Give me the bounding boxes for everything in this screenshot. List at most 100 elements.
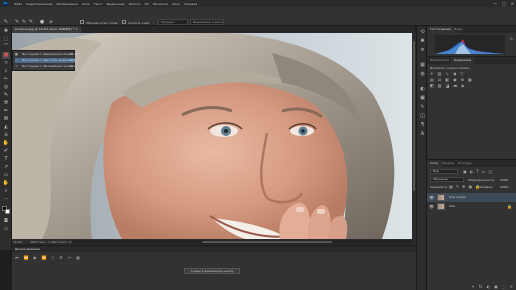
brush-size-icon[interactable]: ● <box>39 19 45 25</box>
visibility-eye-icon[interactable]: 👁 <box>429 202 434 211</box>
invert-icon[interactable]: ◩ <box>430 83 434 88</box>
menu-select[interactable]: Выделение <box>107 2 125 6</box>
menu-filter[interactable]: Фильтр <box>129 2 141 6</box>
layer-name[interactable]: Фон копия <box>449 193 466 202</box>
create-timeline-button[interactable]: Создать временную шкалу <box>184 268 240 274</box>
lock-pixels-icon[interactable]: ▦ <box>449 184 453 189</box>
lock-paint-icon[interactable]: ✎ <box>456 184 459 189</box>
tab-info[interactable]: Инфо <box>451 26 466 33</box>
character-icon[interactable]: A <box>419 131 426 138</box>
close-icon[interactable]: ✕ <box>511 1 514 6</box>
adjustments-icon[interactable]: ◐ <box>419 86 426 93</box>
tab-paths[interactable]: Контуры <box>455 160 475 167</box>
subtract-from-selection-icon[interactable]: ✎ <box>28 19 34 25</box>
marquee-tool-icon[interactable]: ⬚ <box>2 36 10 43</box>
crop-tool-icon[interactable]: ⌑ <box>2 60 10 67</box>
delete-layer-icon[interactable]: ✕ <box>510 284 513 289</box>
document-tab[interactable]: вопросы.jpg @ 16,6% (Фон, RGB/8#) * × <box>12 26 81 33</box>
maximize-icon[interactable]: □ <box>502 1 506 6</box>
lock-artboard-icon[interactable]: ▣ <box>469 184 473 189</box>
dodge-tool-icon[interactable]: ✋ <box>2 140 10 147</box>
vibrance-icon[interactable]: ▽ <box>460 71 463 76</box>
brightness-icon[interactable]: ☀ <box>430 71 434 76</box>
app-logo[interactable]: Ps <box>3 1 8 6</box>
split-icon[interactable]: ✂ <box>68 255 71 260</box>
hue-saturation-icon[interactable]: ▤ <box>430 77 434 82</box>
layer-name[interactable]: Фон <box>449 202 455 211</box>
new-selection-icon[interactable]: ✎ <box>14 19 20 25</box>
layer-row[interactable]: 👁 Фон 🔒 <box>427 202 516 211</box>
selective-color-icon[interactable]: ◈ <box>461 83 464 88</box>
settings-icon[interactable]: ⚙ <box>59 255 63 260</box>
menu-edit[interactable]: Редактирование <box>26 2 52 6</box>
filter-shape-icon[interactable]: ▭ <box>482 169 486 174</box>
levels-icon[interactable]: ▥ <box>438 71 442 76</box>
flyout-item-magic-wand[interactable]: ✧ Инструмент «Волшебная палочка» W <box>15 64 77 69</box>
filter-adjustment-icon[interactable]: ◐ <box>470 169 474 174</box>
blend-mode-select[interactable]: Обычные <box>430 177 464 182</box>
opacity-value[interactable]: 100% <box>500 178 509 182</box>
first-frame-icon[interactable]: ⏮ <box>15 255 19 260</box>
menu-help[interactable]: Справка <box>184 2 197 6</box>
layer-style-icon[interactable]: fx <box>479 284 483 289</box>
add-mask-icon[interactable]: ◐ <box>487 284 491 289</box>
lock-move-icon[interactable]: ✥ <box>462 184 465 189</box>
black-white-icon[interactable]: ◧ <box>445 77 449 82</box>
flyout-item-object-selection[interactable]: ▩ Инструмент «Выделение объектов» W <box>15 52 79 57</box>
quick-mask-icon[interactable]: ◘ <box>2 218 10 225</box>
threshold-icon[interactable]: ◪ <box>446 83 450 88</box>
properties-icon[interactable]: ≡ <box>419 47 426 54</box>
flyout-item-quick-selection[interactable]: ◌ Инструмент «Быстрое выделение» W <box>15 58 78 63</box>
quick-selection-tool-icon[interactable]: ▩ <box>2 52 10 59</box>
filter-pixel-icon[interactable]: ▣ <box>463 169 467 174</box>
rectangle-tool-icon[interactable]: ▭ <box>2 172 10 179</box>
angle-icon[interactable]: ⌀ <box>48 19 54 25</box>
photo-filter-icon[interactable]: ◉ <box>453 77 457 82</box>
pen-tool-icon[interactable]: ✐ <box>2 148 10 155</box>
type-tool-icon[interactable]: T <box>2 156 10 163</box>
tab-libraries[interactable]: Библиотеки <box>427 57 452 64</box>
menu-layer[interactable]: Слои <box>82 2 90 6</box>
paragraph-icon[interactable]: ¶ <box>419 122 426 129</box>
move-tool-icon[interactable]: ✥ <box>2 28 10 35</box>
background-color-swatch[interactable] <box>5 209 10 214</box>
visibility-eye-icon[interactable]: 👁 <box>429 193 434 202</box>
blur-tool-icon[interactable]: ☠ <box>2 132 10 139</box>
eraser-tool-icon[interactable]: ⌘ <box>2 116 10 123</box>
history-brush-icon[interactable]: ✏ <box>2 108 10 115</box>
horizontal-scroll-thumb[interactable] <box>202 241 332 243</box>
horizontal-scrollbar[interactable] <box>72 240 412 244</box>
color-balance-icon[interactable]: ⚖ <box>438 77 442 82</box>
channel-mixer-icon[interactable]: ⊕ <box>461 77 464 82</box>
transition-icon[interactable]: ▦ <box>76 255 80 260</box>
menu-3d[interactable]: 3D <box>145 2 149 6</box>
zoom-tool-icon[interactable]: ⌕ <box>2 188 10 195</box>
posterize-icon[interactable]: ▧ <box>438 83 442 88</box>
add-to-selection-icon[interactable]: ✎ <box>21 19 27 25</box>
layer-row[interactable]: 👁 Фон копия <box>427 193 516 202</box>
paths-icon[interactable]: ✎ <box>419 104 426 111</box>
select-and-mask-button[interactable]: Выделение и маска... <box>190 19 224 25</box>
history-icon[interactable]: ⟲ <box>419 29 426 36</box>
menu-type[interactable]: Текст <box>94 2 103 6</box>
menu-window[interactable]: Окно <box>172 2 180 6</box>
curves-icon[interactable]: ∿ <box>445 71 448 76</box>
more-tools-icon[interactable]: ⋯ <box>2 196 10 203</box>
gradient-tool-icon[interactable]: ◭ <box>2 124 10 131</box>
audio-icon[interactable]: ♪ <box>52 255 55 260</box>
frame-tool-icon[interactable]: ⌕ <box>2 68 10 75</box>
filter-type-icon[interactable]: T <box>476 169 478 174</box>
hand-tool-icon[interactable]: ✋ <box>2 180 10 187</box>
link-layers-icon[interactable]: ⚭ <box>471 284 474 289</box>
new-adjustment-icon[interactable]: ▣ <box>494 284 498 289</box>
new-group-icon[interactable]: ⬚ <box>502 284 506 289</box>
filter-smart-icon[interactable]: ◫ <box>489 169 493 174</box>
sample-all-layers-checkbox[interactable] <box>80 20 84 24</box>
quick-selection-tool-icon[interactable]: ✎ <box>3 19 9 25</box>
tab-histogram[interactable]: Гистограмма <box>427 26 454 33</box>
healing-brush-icon[interactable]: ◎ <box>2 84 10 91</box>
layer-filter-select[interactable]: Вид <box>430 169 458 174</box>
color-icon[interactable]: ◍ <box>419 71 426 78</box>
color-lookup-icon[interactable]: ▦ <box>468 77 472 82</box>
next-frame-icon[interactable]: ⏩ <box>42 255 47 260</box>
